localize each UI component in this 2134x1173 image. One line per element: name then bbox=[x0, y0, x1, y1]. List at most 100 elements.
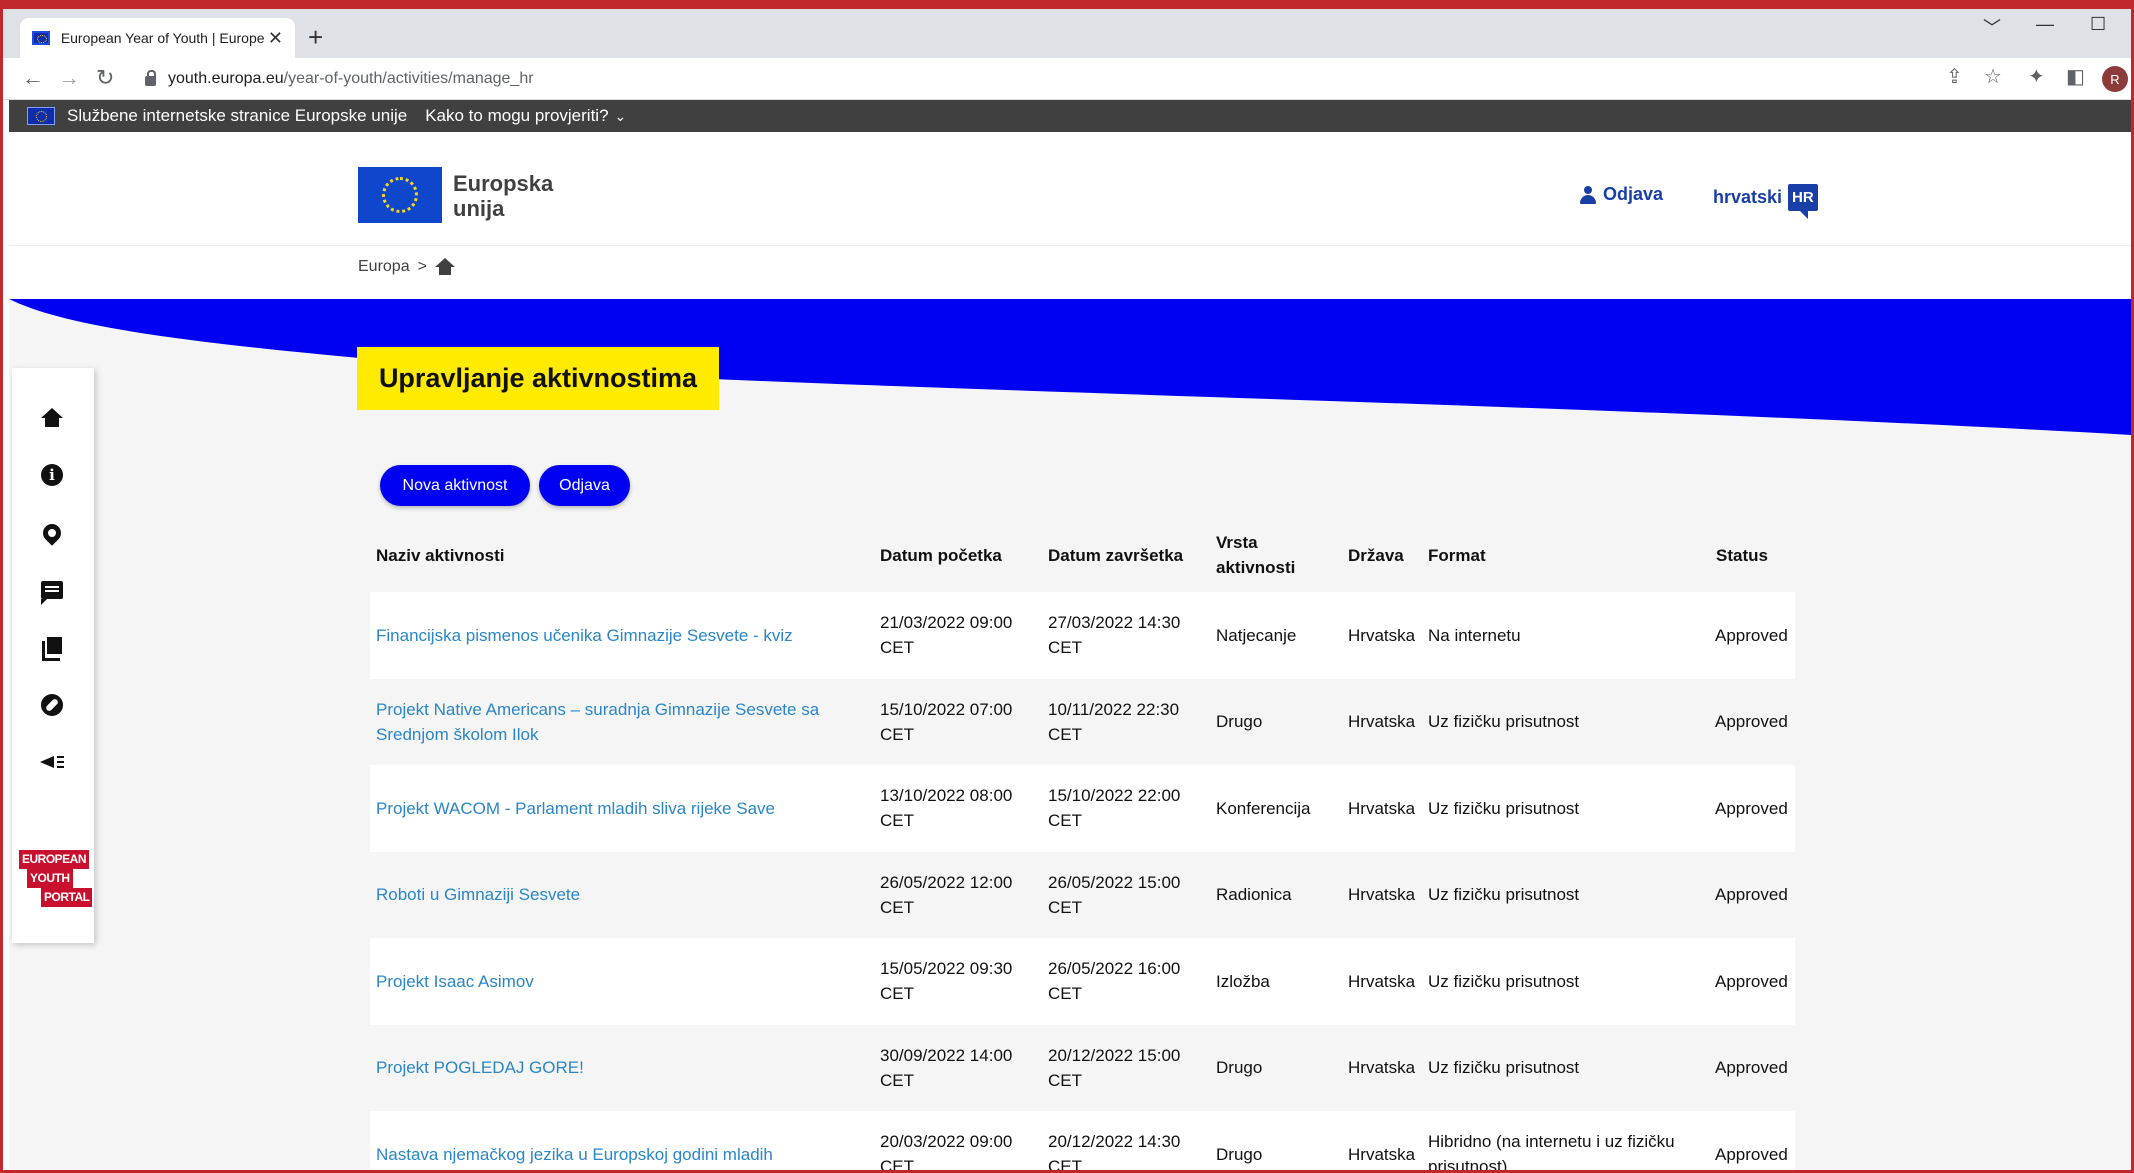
map-pin-icon[interactable] bbox=[39, 520, 65, 546]
compass-icon[interactable] bbox=[39, 692, 65, 718]
status-cell: Approved bbox=[1715, 1144, 1788, 1164]
activity-name-cell[interactable]: Roboti u Gimnaziji Sesvete bbox=[376, 852, 856, 938]
forward-arrow-icon[interactable]: → bbox=[58, 66, 80, 90]
country-cell: Hrvatska bbox=[1348, 1144, 1416, 1164]
end-date-cell: 26/05/2022 15:00 CET bbox=[1048, 872, 1181, 917]
language-label: hrvatski bbox=[1713, 187, 1783, 207]
table-row: Projekt Isaac Asimov 15/05/2022 09:30 CET… bbox=[370, 938, 1795, 1025]
start-date-cell: 26/05/2022 12:00 CET bbox=[880, 872, 1013, 917]
start-date-cell: 15/05/2022 09:30 CET bbox=[880, 959, 1013, 1003]
activity-link[interactable]: Projekt POGLEDAJ GORE! bbox=[376, 1055, 584, 1080]
activity-name-cell[interactable]: Financijska pismenos učenika Gimnazije S… bbox=[376, 592, 856, 678]
activity-name-cell[interactable]: Projekt WACOM - Parlament mladih sliva r… bbox=[376, 765, 856, 851]
chevron-down-icon[interactable]: ⌄ bbox=[615, 108, 627, 125]
extensions-puzzle-icon[interactable]: ✦ bbox=[2028, 64, 2045, 89]
activity-link[interactable]: Financijska pismenos učenika Gimnazije S… bbox=[376, 623, 793, 648]
share-icon[interactable]: ⇪ bbox=[1946, 64, 1963, 89]
end-date-cell: 26/05/2022 16:00 CET bbox=[1048, 959, 1181, 1003]
format-cell: Uz fizičku prisutnost bbox=[1428, 885, 1580, 904]
activity-link[interactable]: Roboti u Gimnaziji Sesvete bbox=[376, 882, 580, 907]
side-panel-icon[interactable]: ◧ bbox=[2066, 64, 2085, 89]
address-bar[interactable]: youth.europa.eu/year-of-youth/activities… bbox=[137, 64, 2037, 94]
maximize-button[interactable]: ☐ bbox=[2090, 14, 2106, 35]
eu-logo-text[interactable]: Europska unija bbox=[453, 171, 553, 221]
browser-tabstrip: European Year of Youth | Europe ✕ + ﹀ — … bbox=[0, 0, 2134, 58]
breadcrumb-europa-link[interactable]: Europa bbox=[358, 258, 410, 276]
language-code-badge: HR bbox=[1788, 184, 1818, 219]
type-cell: Natjecanje bbox=[1216, 625, 1297, 645]
column-header-type: Vrsta aktivnosti bbox=[1216, 533, 1296, 577]
status-cell: Approved bbox=[1715, 1058, 1788, 1077]
column-header-format: Format bbox=[1428, 545, 1486, 565]
format-cell: Na internetu bbox=[1428, 625, 1521, 645]
eu-logo-flag[interactable] bbox=[358, 167, 442, 223]
profile-avatar[interactable]: R bbox=[2102, 66, 2128, 92]
megaphone-icon[interactable] bbox=[39, 749, 65, 775]
status-cell: Approved bbox=[1715, 885, 1788, 904]
tab-search-chevron-icon[interactable]: ﹀ bbox=[1983, 14, 2001, 40]
eu-banner-text: Službene internetske stranice Europske u… bbox=[67, 106, 408, 125]
blue-wave-banner bbox=[9, 299, 2131, 435]
eu-stars-icon bbox=[382, 177, 418, 213]
site-header: Europska unija Odjava hrvatski HR bbox=[9, 132, 2131, 246]
url-text: youth.europa.eu/year-of-youth/activities… bbox=[168, 70, 534, 87]
activity-name-cell[interactable]: Projekt POGLEDAJ GORE! bbox=[376, 1025, 856, 1111]
status-cell: Approved bbox=[1715, 798, 1788, 818]
reload-icon[interactable]: ↻ bbox=[96, 66, 114, 90]
end-date-cell: 27/03/2022 14:30 CET bbox=[1048, 613, 1181, 657]
home-icon[interactable] bbox=[39, 405, 65, 431]
breadcrumb: Europa > bbox=[358, 258, 455, 276]
new-tab-button[interactable]: + bbox=[308, 22, 323, 52]
chat-icon[interactable] bbox=[39, 577, 65, 605]
table-row: Projekt WACOM - Parlament mladih sliva r… bbox=[370, 765, 1795, 852]
breadcrumb-home-icon[interactable] bbox=[434, 258, 455, 276]
activity-link[interactable]: Projekt Isaac Asimov bbox=[376, 969, 534, 994]
logout-button[interactable]: Odjava bbox=[539, 465, 630, 506]
activity-link[interactable]: Projekt Native Americans – suradnja Gimn… bbox=[376, 697, 856, 747]
minimize-button[interactable]: — bbox=[2036, 14, 2054, 35]
european-youth-portal-logo[interactable]: EUROPEAN YOUTH PORTAL bbox=[19, 850, 93, 907]
eu-flag-icon bbox=[27, 107, 55, 125]
library-icon[interactable] bbox=[39, 635, 65, 661]
info-icon[interactable]: i bbox=[39, 462, 65, 488]
table-row: Financijska pismenos učenika Gimnazije S… bbox=[370, 592, 1795, 679]
country-cell: Hrvatska bbox=[1348, 712, 1416, 731]
start-date-cell: 20/03/2022 09:00 CET bbox=[880, 1132, 1013, 1173]
header-logout-link[interactable]: Odjava bbox=[1580, 184, 1663, 205]
side-navigation: i EUROPEAN YOUTH PORTAL bbox=[12, 368, 94, 943]
column-header-status: Status bbox=[1716, 545, 1768, 565]
user-icon bbox=[1580, 185, 1596, 204]
table-row: Projekt POGLEDAJ GORE! 30/09/2022 14:00 C… bbox=[370, 1025, 1795, 1112]
page-title: Upravljanje aktivnostima bbox=[357, 347, 719, 410]
activity-name-cell[interactable]: Projekt Native Americans – suradnja Gimn… bbox=[376, 679, 856, 765]
activities-table-header: Naziv aktivnosti Datum početka Datum zav… bbox=[370, 520, 1795, 590]
type-cell: Konferencija bbox=[1216, 798, 1311, 818]
country-cell: Hrvatska bbox=[1348, 1058, 1416, 1077]
tab-close-icon[interactable]: ✕ bbox=[268, 28, 283, 49]
type-cell: Drugo bbox=[1216, 1058, 1263, 1077]
language-selector[interactable]: hrvatski HR bbox=[1713, 184, 1818, 219]
activities-table-body: Financijska pismenos učenika Gimnazije S… bbox=[370, 592, 1795, 1173]
start-date-cell: 30/09/2022 14:00 CET bbox=[880, 1045, 1013, 1090]
format-cell: Uz fizičku prisutnost bbox=[1428, 971, 1580, 991]
back-arrow-icon[interactable]: ← bbox=[22, 66, 44, 90]
end-date-cell: 20/12/2022 15:00 CET bbox=[1048, 1045, 1181, 1090]
end-date-cell: 10/11/2022 22:30 CET bbox=[1048, 699, 1180, 744]
browser-tab[interactable]: European Year of Youth | Europe ✕ bbox=[20, 18, 295, 58]
eu-official-banner: Službene internetske stranice Europske u… bbox=[9, 100, 2131, 132]
tab-title: European Year of Youth | Europe bbox=[60, 30, 265, 46]
bookmark-star-icon[interactable]: ☆ bbox=[1984, 64, 2002, 89]
activity-name-cell[interactable]: Nastava njemačkog jezika u Europskoj god… bbox=[376, 1111, 856, 1173]
start-date-cell: 21/03/2022 09:00 CET bbox=[880, 613, 1013, 657]
eyp-logo-word3: PORTAL bbox=[41, 888, 93, 907]
how-to-check-link[interactable]: Kako to mogu provjeriti? bbox=[425, 106, 608, 126]
column-header-country: Država bbox=[1348, 545, 1404, 565]
activity-link[interactable]: Projekt WACOM - Parlament mladih sliva r… bbox=[376, 796, 775, 821]
format-cell: Uz fizičku prisutnost bbox=[1428, 798, 1580, 818]
start-date-cell: 13/10/2022 08:00 CET bbox=[880, 786, 1013, 830]
activity-name-cell[interactable]: Projekt Isaac Asimov bbox=[376, 938, 856, 1024]
status-cell: Approved bbox=[1715, 712, 1788, 731]
eu-flag-favicon-icon bbox=[32, 31, 50, 45]
new-activity-button[interactable]: Nova aktivnost bbox=[380, 465, 530, 506]
activity-link[interactable]: Nastava njemačkog jezika u Europskoj god… bbox=[376, 1142, 773, 1167]
